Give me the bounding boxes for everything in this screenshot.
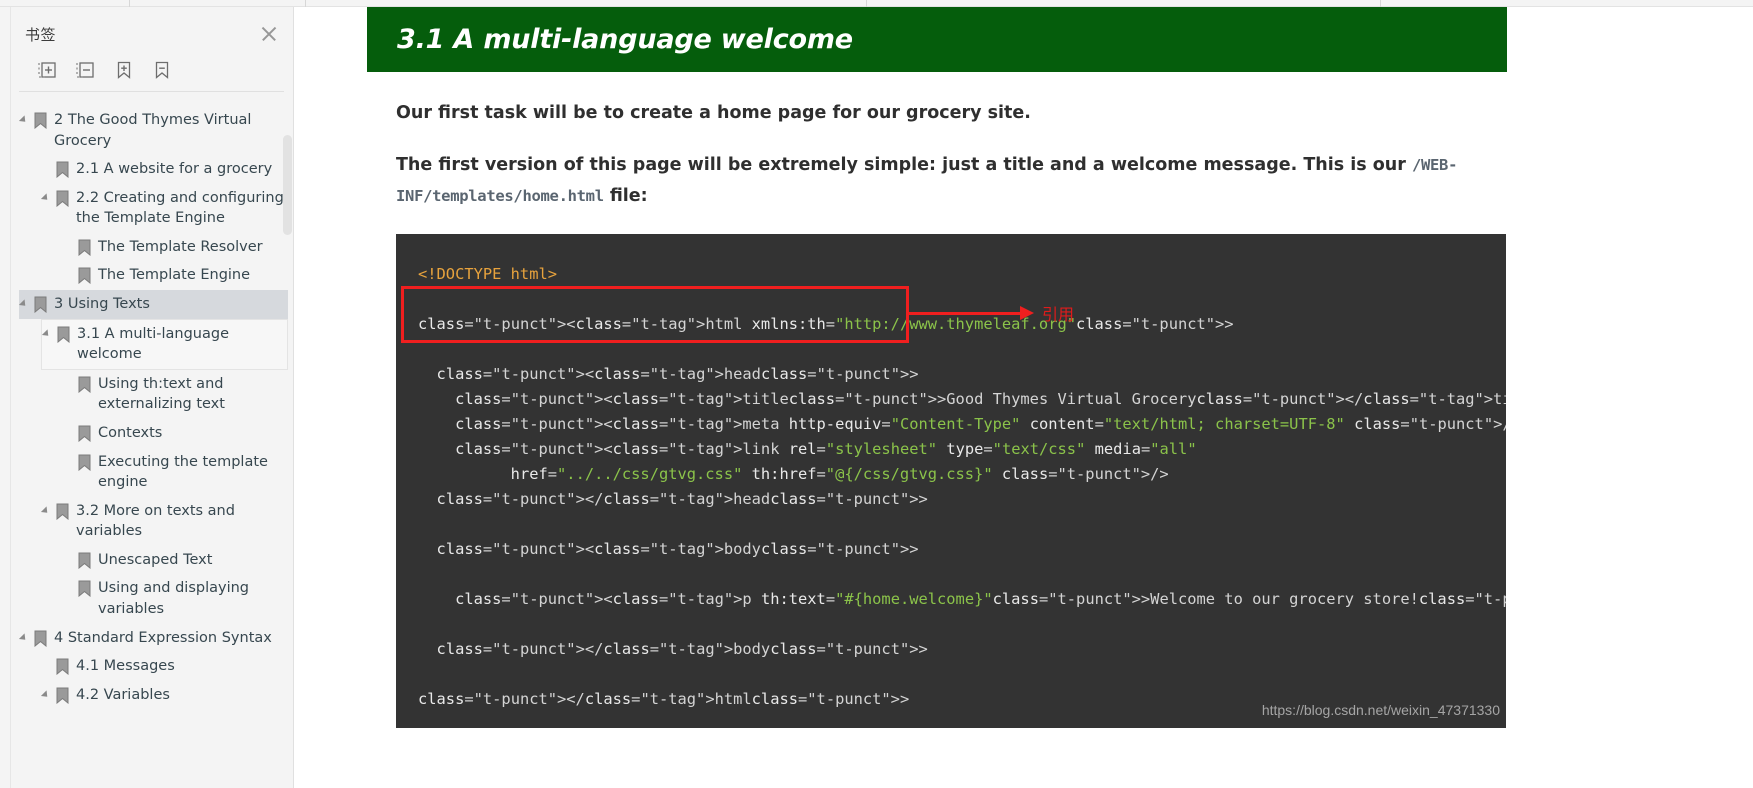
bookmark-item[interactable]: Executing the template engine xyxy=(63,448,288,497)
bookmark-item[interactable]: 2 The Good Thymes Virtual Grocery xyxy=(19,106,288,155)
bookmark-icon xyxy=(77,425,92,442)
strip-tick xyxy=(129,0,130,7)
bookmark-item[interactable]: Using th:text and externalizing text xyxy=(63,370,288,419)
paragraph-text-before: The first version of this page will be e… xyxy=(396,155,1406,176)
bookmark-icon xyxy=(55,658,70,676)
top-strip xyxy=(0,0,1753,7)
watermark: https://blog.csdn.net/weixin_47371330 xyxy=(1261,702,1500,719)
bookmark-item-label: The Template Engine xyxy=(98,267,251,284)
annotation-arrow-line xyxy=(908,312,1026,316)
bookmark-icon xyxy=(77,376,92,393)
close-icon[interactable] xyxy=(258,23,280,45)
code-content: <!DOCTYPE html> class="t-punct"><class="… xyxy=(418,265,1506,709)
bookmark-icon xyxy=(55,687,70,704)
paragraph-file-intro: The first version of this page will be e… xyxy=(396,129,1506,212)
remove-bookmark-icon[interactable] xyxy=(151,59,173,81)
bookmark-item-label: Unescaped Text xyxy=(98,551,213,568)
bookmark-item[interactable]: 2.1 A website for a grocery xyxy=(41,155,288,184)
sidebar-toolbar xyxy=(19,49,284,92)
bookmark-item-label: 3.2 More on texts and variables xyxy=(76,502,235,540)
bookmark-item[interactable]: 4 Standard Expression Syntax xyxy=(19,624,288,653)
bookmark-icon xyxy=(77,552,92,569)
bookmark-tree: 2 The Good Thymes Virtual Grocery 2.1 A w… xyxy=(11,92,293,788)
document-viewer: 3.1 A multi-language welcome Our first t… xyxy=(305,7,1753,788)
collapse-all-icon[interactable] xyxy=(75,59,97,81)
bookmark-item[interactable]: The Template Resolver xyxy=(63,233,288,262)
bookmark-icon xyxy=(77,580,92,598)
bookmark-item-label: 4.1 Messages xyxy=(76,658,175,675)
bookmark-item-label: 4 Standard Expression Syntax xyxy=(54,629,272,646)
bookmark-item-label: 2.1 A website for a grocery xyxy=(76,161,273,178)
bookmark-icon xyxy=(55,190,70,207)
bookmark-item[interactable]: 4.1 Messages xyxy=(41,652,288,681)
bookmark-icon xyxy=(77,454,92,471)
bookmark-item[interactable]: Unescaped Text xyxy=(63,546,288,575)
bookmark-item[interactable]: 3 Using Texts xyxy=(19,290,288,319)
bookmark-item[interactable]: 4.2 Variables xyxy=(41,681,288,710)
bookmark-icon xyxy=(55,503,70,520)
strip-tick xyxy=(866,0,867,7)
add-bookmark-icon[interactable] xyxy=(113,59,135,81)
annotation-arrow-head xyxy=(1020,306,1034,321)
sidebar-header: 书签 xyxy=(11,7,293,49)
paragraph-text-after: file: xyxy=(609,186,648,207)
bookmark-item[interactable]: 3.1 A multi-language welcome xyxy=(41,318,288,370)
bookmarks-sidebar: 书签 2 The Good Thymes Virtual Grocery 2.1… xyxy=(0,7,294,788)
bookmark-icon xyxy=(33,630,48,647)
bookmark-icon xyxy=(55,161,70,179)
bookmark-item[interactable]: 3.2 More on texts and variables xyxy=(41,497,288,546)
chapter-banner: 3.1 A multi-language welcome xyxy=(367,7,1507,72)
bookmark-icon xyxy=(77,239,92,256)
bookmark-item-label: The Template Resolver xyxy=(98,238,263,255)
bookmark-item-label: Executing the template engine xyxy=(98,453,268,491)
annotation-label: 引用 xyxy=(1042,305,1075,325)
bookmark-item-label: 4.2 Variables xyxy=(76,686,170,703)
bookmark-icon xyxy=(77,267,92,285)
bookmark-item-label: 3.1 A multi-language welcome xyxy=(77,325,229,363)
sidebar-title: 书签 xyxy=(25,25,57,44)
bookmark-item-label: Contexts xyxy=(98,424,163,441)
bookmark-item[interactable]: 2.2 Creating and configuring the Templat… xyxy=(41,184,288,233)
bookmark-item[interactable]: Using and displaying variables xyxy=(63,574,288,623)
strip-tick xyxy=(305,0,306,7)
page-root: 书签 2 The Good Thymes Virtual Grocery 2.1… xyxy=(0,0,1753,788)
sidebar-scrollbar[interactable] xyxy=(283,135,292,235)
bookmark-item-label: 3 Using Texts xyxy=(54,296,150,313)
bookmark-icon xyxy=(33,112,48,130)
bookmark-item-label: Using and displaying variables xyxy=(98,580,249,617)
bookmark-icon xyxy=(33,296,48,314)
bookmark-item-label: 2 The Good Thymes Virtual Grocery xyxy=(54,112,252,149)
bookmark-icon xyxy=(56,326,71,343)
bookmark-item-label: 2.2 Creating and configuring the Templat… xyxy=(76,189,284,227)
bookmark-item[interactable]: The Template Engine xyxy=(63,261,288,290)
expand-all-icon[interactable] xyxy=(37,59,59,81)
paragraph-intro: Our first task will be to create a home … xyxy=(396,103,1031,123)
bookmark-item-label: Using th:text and externalizing text xyxy=(98,375,225,413)
code-block: <!DOCTYPE html> class="t-punct"><class="… xyxy=(396,234,1506,729)
page-title: 3.1 A multi-language welcome xyxy=(397,24,853,55)
bookmark-item[interactable]: Contexts xyxy=(63,419,288,448)
strip-tick xyxy=(1380,0,1381,7)
